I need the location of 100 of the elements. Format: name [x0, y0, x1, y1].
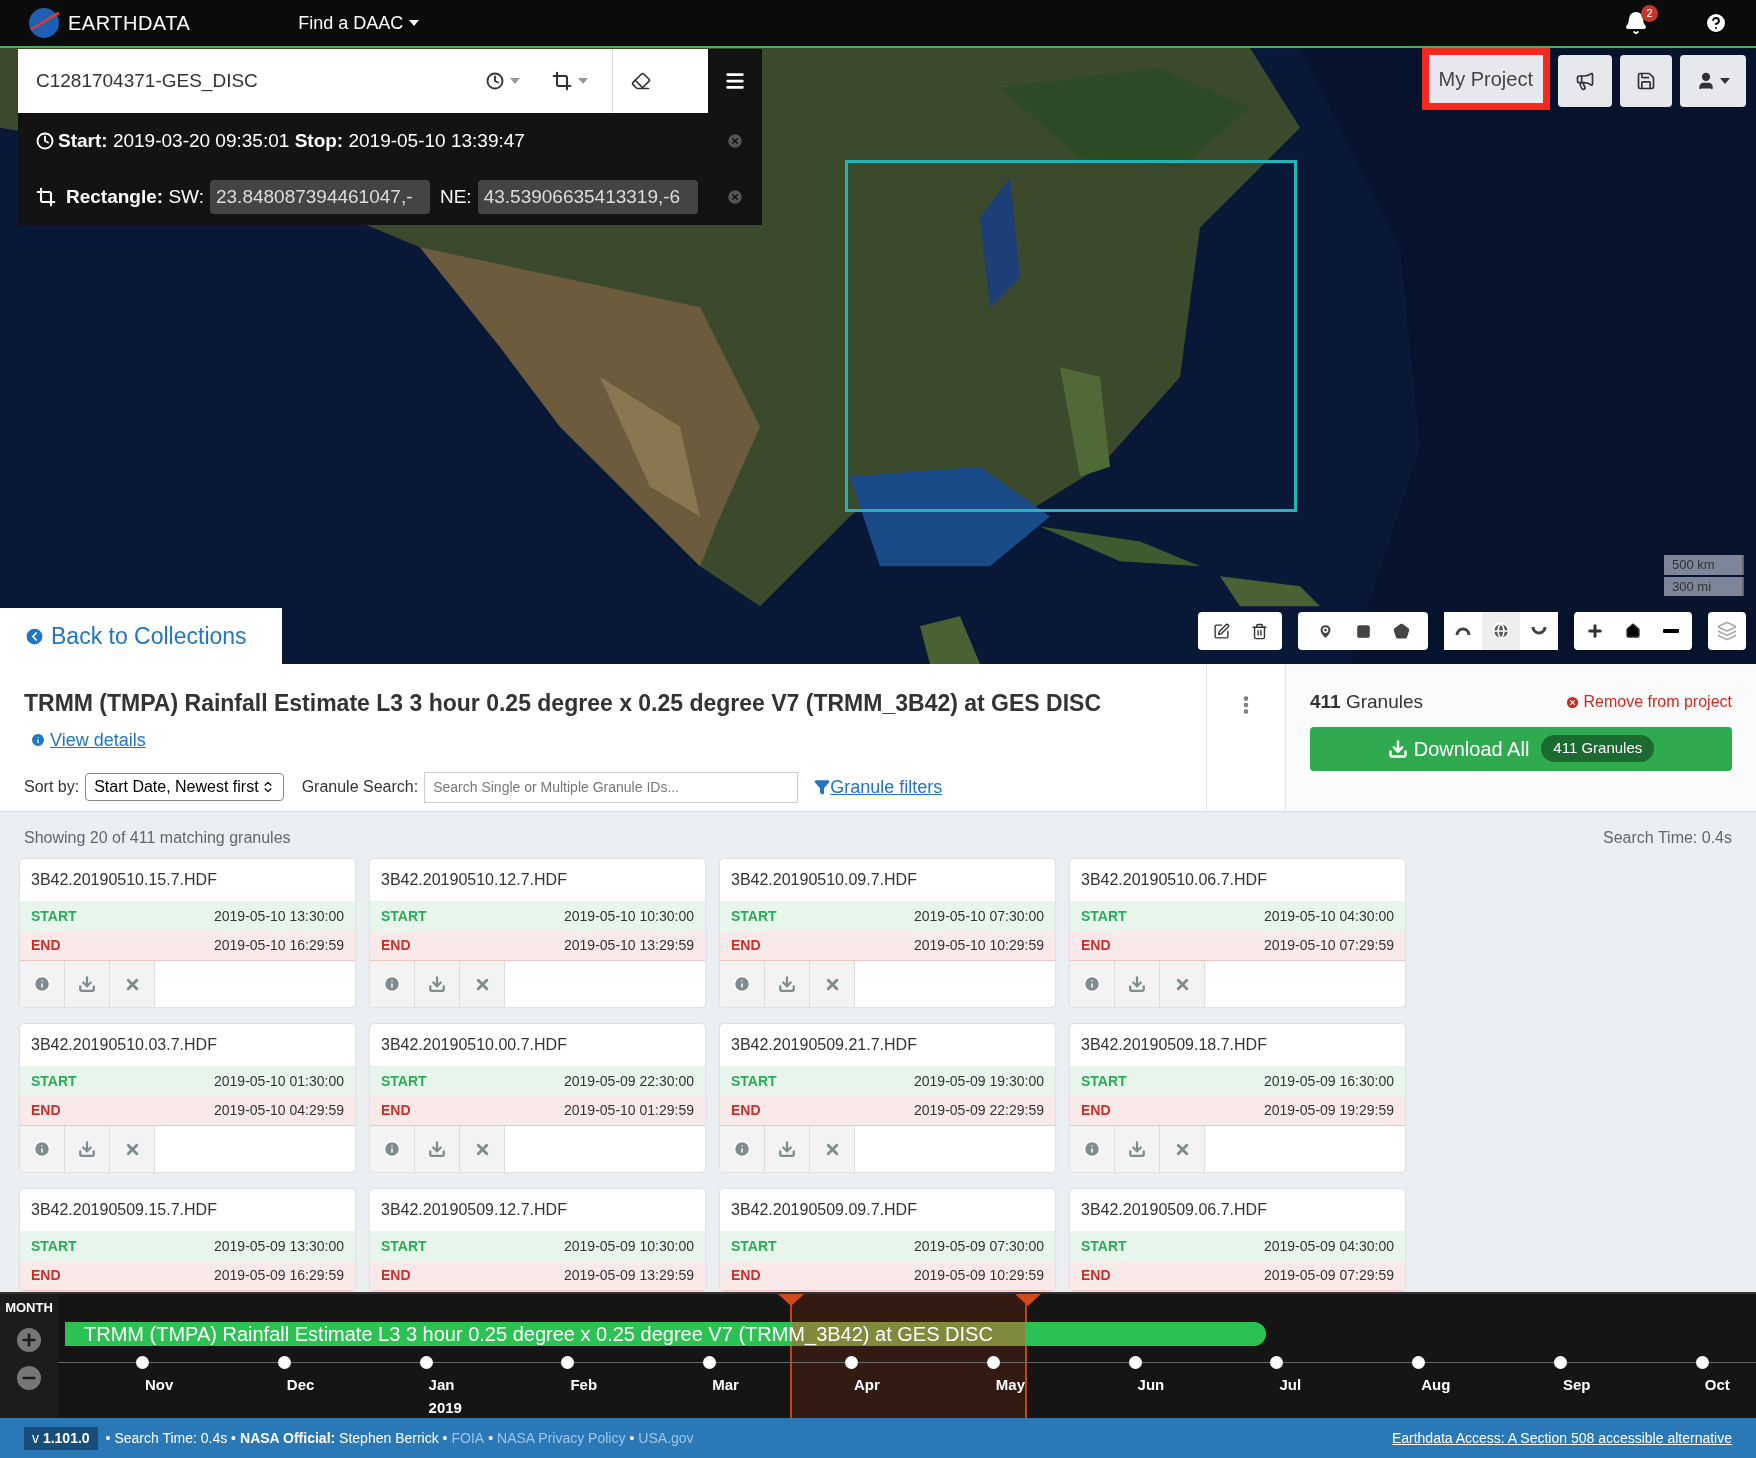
info-button[interactable]: [720, 1126, 765, 1172]
view-details-link[interactable]: View details: [30, 726, 146, 754]
download-icon: [78, 1140, 96, 1158]
end-label: END: [381, 1101, 411, 1120]
remove-from-project-link[interactable]: Remove from project: [1564, 690, 1732, 715]
notifications-button[interactable]: [1624, 11, 1648, 35]
account-button[interactable]: [1680, 55, 1746, 107]
granule-name: 3B42.20190509.21.7.HDF: [730, 1035, 918, 1055]
granule-card[interactable]: 3B42.20190509.21.7.HDF START 2019-05-09 19:30:00 END 2019-05-09 22:29:59: [720, 1024, 1055, 1172]
download-button[interactable]: [1115, 961, 1160, 1007]
brand-name[interactable]: EARTHDATA: [68, 8, 191, 38]
search-field[interactable]: C1281704371-GES_DISC: [18, 49, 708, 113]
granule-card[interactable]: 3B42.20190510.09.7.HDF START 2019-05-10 07:30:00 END 2019-05-10 10:29:59: [720, 859, 1055, 1007]
projection-button[interactable]: [1482, 612, 1520, 650]
info-button[interactable]: [1070, 961, 1115, 1007]
info-button[interactable]: [20, 961, 65, 1007]
sort-select[interactable]: Start Date, Newest first: [85, 773, 284, 801]
end-time: 2019-05-09 16:29:59: [214, 1266, 344, 1285]
granule-name: 3B42.20190509.12.7.HDF: [380, 1200, 568, 1220]
download-button[interactable]: [415, 961, 460, 1007]
end-label: END: [1081, 1266, 1111, 1285]
footer-text: NASA Official: Stephen Berrick •: [240, 1428, 448, 1448]
collection-title: TRMM (TMPA) Rainfall Estimate L3 3 hour 0.25 degree x 0.25 degree V7 (TRMM_3B42) at GES DISC: [24, 689, 1102, 718]
granule-card[interactable]: 3B42.20190509.12.7.HDF START 2019-05-09 10:30:00 END 2019-05-09 13:29:59: [370, 1189, 705, 1291]
granule-card[interactable]: 3B42.20190509.06.7.HDF START 2019-05-09 04:30:00 END 2019-05-09 07:29:59: [1070, 1189, 1405, 1291]
daac-menu[interactable]: Find a DAAC: [298, 9, 420, 37]
download-button[interactable]: [415, 1126, 460, 1172]
month-label: Nov: [145, 1375, 174, 1395]
info-button[interactable]: [20, 1126, 65, 1172]
remove-button[interactable]: [110, 961, 155, 1007]
info-button[interactable]: [370, 961, 415, 1007]
help-icon[interactable]: [1704, 11, 1728, 35]
start-label: START: [731, 906, 777, 926]
start-time: 2019-05-09 19:30:00: [914, 1071, 1044, 1091]
remove-icon[interactable]: [726, 132, 744, 150]
month-label: Aug: [1421, 1375, 1451, 1395]
granule-card[interactable]: 3B42.20190510.03.7.HDF START 2019-05-10 01:30:00 END 2019-05-10 04:29:59: [20, 1024, 355, 1172]
info-button[interactable]: [370, 1126, 415, 1172]
granule-card[interactable]: 3B42.20190510.00.7.HDF START 2019-05-09 22:30:00 END 2019-05-10 01:29:59: [370, 1024, 705, 1172]
filter-icon: [814, 779, 831, 795]
remove-button[interactable]: [810, 1126, 855, 1172]
download-button[interactable]: [765, 1126, 810, 1172]
ne-coordinate-field[interactable]: 43.53906635413319,-6: [477, 179, 698, 215]
search-time: Search Time: 0.4s: [1603, 828, 1732, 848]
caret-icon: [1720, 78, 1730, 84]
back-to-collections-tab[interactable]: Back to Collections: [0, 608, 282, 664]
end-time: 2019-05-10 04:29:59: [214, 1101, 344, 1120]
layers-button[interactable]: [1708, 612, 1746, 650]
footer-text: •: [629, 1428, 635, 1448]
granule-search-field[interactable]: Search Single or Multiple Granule IDs...: [424, 771, 799, 803]
granule-card[interactable]: 3B42.20190509.18.7.HDF START 2019-05-09 16:30:00 END 2019-05-09 19:29:59: [1070, 1024, 1405, 1172]
clock-icon: [486, 72, 504, 90]
end-time: 2019-05-09 13:29:59: [564, 1266, 694, 1285]
globe-icon: [1492, 622, 1510, 640]
save-button[interactable]: [1620, 55, 1672, 107]
download-all-button[interactable]: Download All 411 Granules: [1310, 726, 1732, 771]
info-button[interactable]: [720, 961, 765, 1007]
footer-text: •: [488, 1428, 494, 1448]
remove-button[interactable]: [110, 1126, 155, 1172]
granule-card[interactable]: 3B42.20190510.06.7.HDF START 2019-05-10 04:30:00 END 2019-05-10 07:29:59: [1070, 859, 1405, 1007]
sw-coordinate-field[interactable]: 23.848087394461047,-: [209, 179, 430, 215]
start-label: START: [1081, 1236, 1127, 1256]
info-button[interactable]: [1070, 1126, 1115, 1172]
download-button[interactable]: [1115, 1126, 1160, 1172]
info-icon: [33, 1140, 51, 1158]
download-icon: [1128, 1140, 1146, 1158]
download-button[interactable]: [765, 961, 810, 1007]
selection-rectangle[interactable]: [845, 160, 1297, 512]
my-project-button[interactable]: My Project: [1428, 55, 1543, 103]
start-label: START: [31, 906, 77, 926]
granule-card[interactable]: 3B42.20190510.12.7.HDF START 2019-05-10 10:30:00 END 2019-05-10 13:29:59: [370, 859, 705, 1007]
range-start-handle[interactable]: [778, 1294, 804, 1306]
announcements-button[interactable]: [1558, 55, 1612, 107]
granule-card[interactable]: 3B42.20190509.09.7.HDF START 2019-05-09 07:30:00 END 2019-05-09 10:29:59: [720, 1189, 1055, 1291]
granule-name: 3B42.20190510.00.7.HDF: [380, 1035, 568, 1055]
scale-label: 300 mi: [1664, 576, 1744, 596]
remove-icon[interactable]: [726, 188, 744, 206]
footer-text: • Search Time: 0.4s •: [105, 1428, 237, 1448]
arc-icon: [1455, 626, 1471, 636]
month-tick: [136, 1356, 149, 1369]
month-label: Mar: [712, 1375, 739, 1395]
download-icon: [428, 975, 446, 993]
granule-card[interactable]: 3B42.20190510.15.7.HDF START 2019-05-10 13:30:00 END 2019-05-10 16:29:59: [20, 859, 355, 1007]
range-end-handle[interactable]: [1015, 1294, 1041, 1306]
month-label: May: [995, 1375, 1025, 1395]
remove-button[interactable]: [1160, 961, 1205, 1007]
info-icon: [1083, 975, 1101, 993]
start-label: START: [31, 1236, 77, 1256]
remove-button[interactable]: [810, 961, 855, 1007]
granule-search-label: Granule Search:: [301, 777, 419, 797]
accessibility-link[interactable]: Earthdata Access: A Section 508 accessible alternative: [1391, 1427, 1732, 1449]
remove-button[interactable]: [460, 1126, 505, 1172]
minus-icon: [1663, 629, 1679, 633]
remove-button[interactable]: [1160, 1126, 1205, 1172]
download-button[interactable]: [65, 961, 110, 1007]
granule-card[interactable]: 3B42.20190509.15.7.HDF START 2019-05-09 13:30:00 END 2019-05-09 16:29:59: [20, 1189, 355, 1291]
remove-button[interactable]: [460, 961, 505, 1007]
download-button[interactable]: [65, 1126, 110, 1172]
end-label: END: [731, 1101, 761, 1120]
granule-filters-link[interactable]: Granule filters: [814, 773, 943, 801]
